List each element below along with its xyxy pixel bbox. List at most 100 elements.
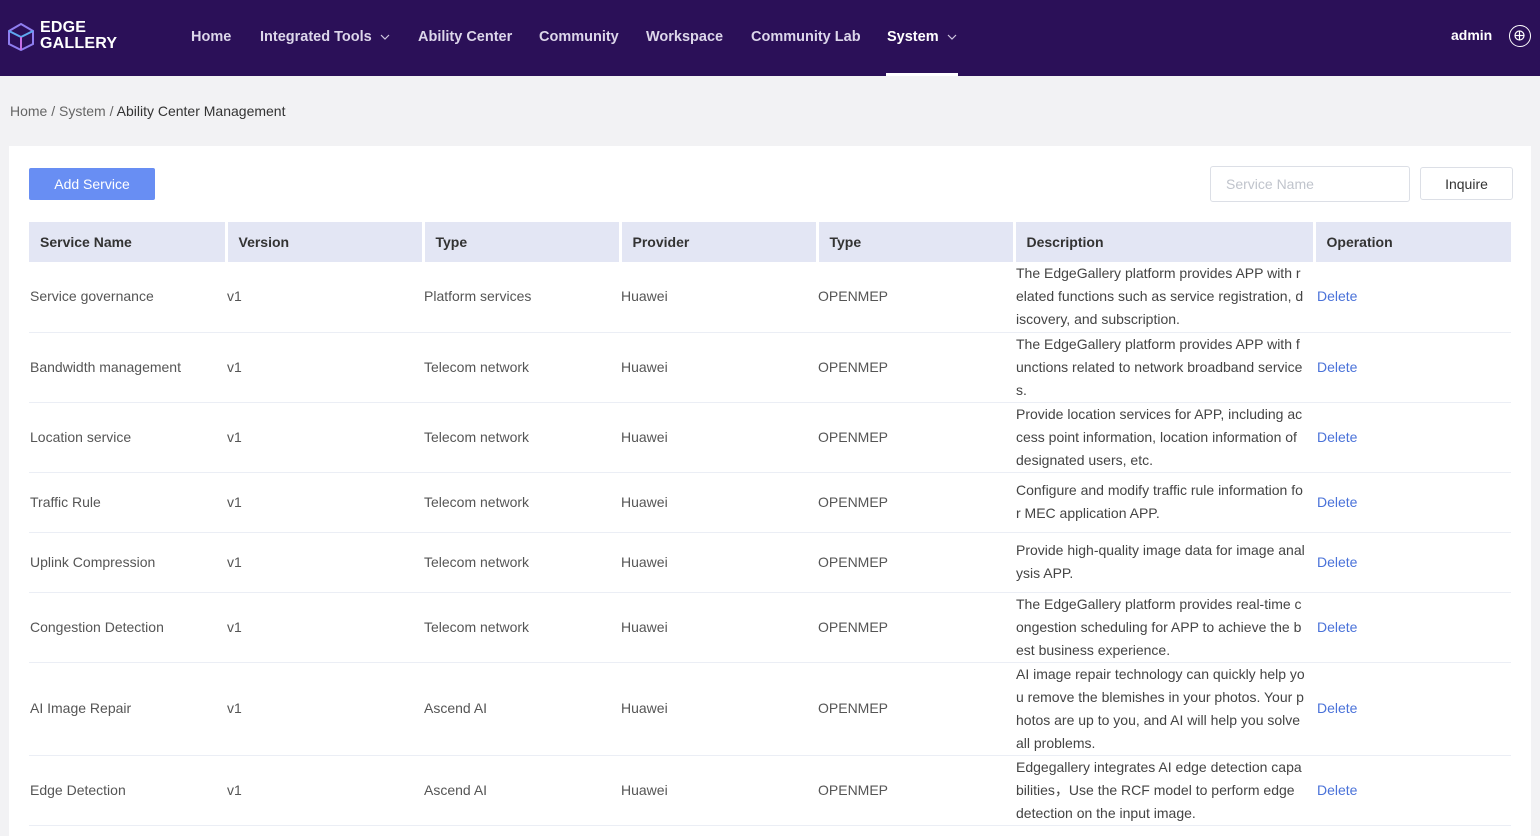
table-row: Uplink Compression v1 Telecom network Huawe… bbox=[29, 532, 1511, 593]
inquire-button[interactable]: Inquire bbox=[1420, 167, 1513, 200]
content-panel: Add Service Inquire Service Name Version… bbox=[9, 146, 1531, 836]
table-row: Edge Detection v1 Ascend AI Huawei OPENMEP Ed… bbox=[29, 755, 1511, 826]
cell-type: Telecom network bbox=[423, 332, 620, 403]
table-row: Bandwidth management v1 Telecom network Hua… bbox=[29, 332, 1511, 403]
brand-logo[interactable]: EDGE GALLERY bbox=[8, 20, 128, 56]
brand-name: EDGE GALLERY bbox=[40, 20, 117, 52]
nav-item-community-lab[interactable]: Community Lab bbox=[751, 0, 861, 76]
services-table: Service Name Version Type Provider Type … bbox=[29, 222, 1511, 826]
delete-link[interactable]: Delete bbox=[1315, 619, 1357, 635]
cell-version: v1 bbox=[226, 472, 423, 533]
cube-logo-icon bbox=[8, 23, 34, 51]
cell-description: The EdgeGallery platform provides real-t… bbox=[1014, 592, 1314, 663]
breadcrumb-separator: / bbox=[105, 103, 117, 119]
nav-item-label: Integrated Tools bbox=[260, 29, 372, 45]
cell-description: Edgegallery integrates AI edge detection… bbox=[1014, 755, 1314, 826]
delete-link[interactable]: Delete bbox=[1315, 359, 1357, 375]
nav-item-label: Workspace bbox=[646, 29, 724, 45]
delete-link[interactable]: Delete bbox=[1315, 429, 1357, 445]
cell-provider: Huawei bbox=[620, 662, 817, 756]
cell-provider: Huawei bbox=[620, 262, 817, 333]
table-row: Traffic Rule v1 Telecom network Huawei OPENM… bbox=[29, 472, 1511, 533]
breadcrumb-home[interactable]: Home bbox=[10, 103, 47, 119]
nav-item-integrated-tools[interactable]: Integrated Tools bbox=[260, 0, 390, 76]
cell-service-name: AI Image Repair bbox=[29, 662, 226, 756]
cell-service-name: Location service bbox=[29, 402, 226, 473]
cell-version: v1 bbox=[226, 592, 423, 663]
globe-icon bbox=[1514, 30, 1525, 41]
nav-item-home[interactable]: Home bbox=[191, 0, 231, 76]
cell-service-name: Congestion Detection bbox=[29, 592, 226, 663]
table-row: Location service v1 Telecom network Huawei O… bbox=[29, 402, 1511, 473]
cell-type: Telecom network bbox=[423, 472, 620, 533]
cell-type-2: OPENMEP bbox=[817, 532, 1014, 593]
nav-item-workspace[interactable]: Workspace bbox=[646, 0, 723, 76]
column-header-type: Type bbox=[423, 222, 622, 262]
cell-description: Provide location services for APP, inclu… bbox=[1014, 402, 1314, 473]
chevron-down-icon bbox=[380, 34, 390, 41]
chevron-down-icon bbox=[947, 34, 957, 41]
cell-provider: Huawei bbox=[620, 402, 817, 473]
nav-item-system[interactable]: System bbox=[886, 0, 958, 76]
cell-operation: Delete bbox=[1314, 755, 1511, 826]
cell-service-name: Bandwidth management bbox=[29, 332, 226, 403]
cell-provider: Huawei bbox=[620, 472, 817, 533]
cell-operation: Delete bbox=[1314, 262, 1511, 333]
cell-description: AI image repair technology can quickly h… bbox=[1014, 662, 1314, 756]
cell-service-name: Service governance bbox=[29, 262, 226, 333]
cell-provider: Huawei bbox=[620, 592, 817, 663]
nav-item-community[interactable]: Community bbox=[539, 0, 619, 76]
nav-item-label: Ability Center bbox=[418, 29, 513, 45]
cell-provider: Huawei bbox=[620, 532, 817, 593]
delete-link[interactable]: Delete bbox=[1315, 494, 1357, 510]
nav-item-label: Home bbox=[191, 29, 232, 45]
breadcrumb: Home / System / Ability Center Managemen… bbox=[10, 103, 286, 119]
column-header-type-2: Type bbox=[817, 222, 1016, 262]
delete-link[interactable]: Delete bbox=[1315, 782, 1357, 798]
breadcrumb-system[interactable]: System bbox=[59, 103, 106, 119]
nav-item-label: Community Lab bbox=[751, 29, 861, 45]
cell-description: The EdgeGallery platform provides APP wi… bbox=[1014, 332, 1314, 403]
cell-description: Provide high-quality image data for imag… bbox=[1014, 532, 1314, 593]
nav-item-ability-center[interactable]: Ability Center bbox=[418, 0, 512, 76]
nav-item-label: Community bbox=[539, 29, 619, 45]
cell-type-2: OPENMEP bbox=[817, 662, 1014, 756]
cell-type-2: OPENMEP bbox=[817, 592, 1014, 663]
cell-version: v1 bbox=[226, 402, 423, 473]
service-name-search-input[interactable] bbox=[1210, 166, 1410, 202]
nav-item-label: System bbox=[887, 29, 939, 45]
language-switch-button[interactable] bbox=[1509, 25, 1531, 47]
table-body: Service governance v1 Platform services Hua… bbox=[29, 262, 1511, 826]
breadcrumb-current: Ability Center Management bbox=[116, 103, 286, 119]
cell-type-2: OPENMEP bbox=[817, 472, 1014, 533]
delete-link[interactable]: Delete bbox=[1315, 554, 1357, 570]
cell-version: v1 bbox=[226, 262, 423, 333]
user-name[interactable]: admin bbox=[1451, 27, 1492, 43]
column-header-description: Description bbox=[1014, 222, 1316, 262]
breadcrumb-separator: / bbox=[47, 103, 60, 119]
cell-version: v1 bbox=[226, 755, 423, 826]
brand-line2: GALLERY bbox=[40, 35, 118, 52]
column-header-provider: Provider bbox=[620, 222, 819, 262]
cell-service-name: Traffic Rule bbox=[29, 472, 226, 533]
table-row: Service governance v1 Platform services Hua… bbox=[29, 262, 1511, 333]
column-header-version: Version bbox=[226, 222, 425, 262]
delete-link[interactable]: Delete bbox=[1315, 700, 1357, 716]
add-service-button[interactable]: Add Service bbox=[29, 168, 155, 200]
cell-operation: Delete bbox=[1314, 402, 1511, 473]
cell-description: The EdgeGallery platform provides APP wi… bbox=[1014, 262, 1314, 333]
cell-version: v1 bbox=[226, 662, 423, 756]
cell-provider: Huawei bbox=[620, 755, 817, 826]
cell-version: v1 bbox=[226, 532, 423, 593]
table-row: Congestion Detection v1 Telecom network Hua… bbox=[29, 592, 1511, 663]
cell-operation: Delete bbox=[1314, 662, 1511, 756]
cell-type: Platform services bbox=[423, 262, 620, 333]
cell-operation: Delete bbox=[1314, 592, 1511, 663]
cell-type: Ascend AI bbox=[423, 662, 620, 756]
cell-service-name: Edge Detection bbox=[29, 755, 226, 826]
delete-link[interactable]: Delete bbox=[1315, 288, 1357, 304]
cell-version: v1 bbox=[226, 332, 423, 403]
cell-type: Telecom network bbox=[423, 402, 620, 473]
cell-type: Telecom network bbox=[423, 592, 620, 663]
cell-type-2: OPENMEP bbox=[817, 262, 1014, 333]
